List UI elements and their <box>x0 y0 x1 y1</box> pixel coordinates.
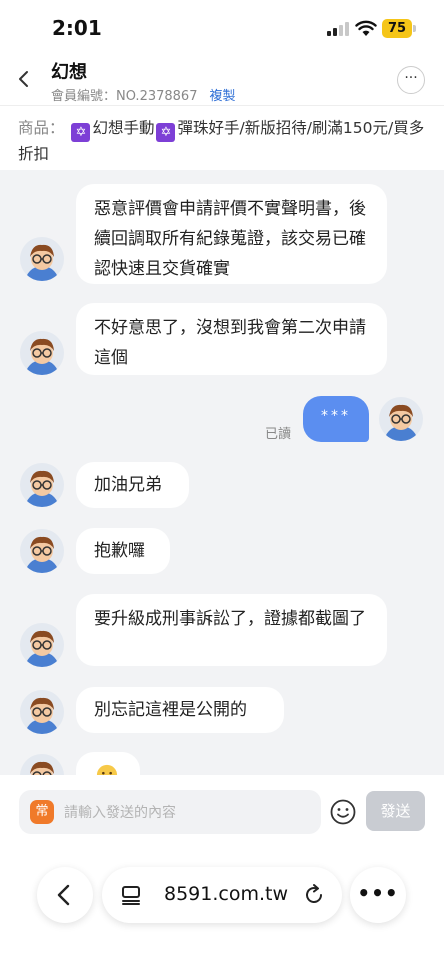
message-bubble-self: *** <box>303 396 369 442</box>
signal-icon <box>327 22 349 36</box>
input-placeholder: 請輸入發送的內容 <box>64 805 176 821</box>
chat-title: 幻想 <box>51 62 87 83</box>
member-id-line: 會員編號：NO.2378867 複製 <box>51 85 235 104</box>
message-bubble-partial <box>76 752 140 775</box>
avatar <box>20 463 64 507</box>
avatar <box>20 623 64 667</box>
message-bubble: 不好意思了，沒想到我會第二次申請這個 <box>76 303 387 375</box>
message-bubble: 加油兄弟 <box>76 462 189 508</box>
more-options-button[interactable]: ··· <box>397 66 425 94</box>
chat-message-list[interactable]: 惡意評價會申請評價不實聲明書，後續回調取所有紀錄蒐證，該交易已確認快速且交貨確實… <box>0 170 444 775</box>
tabs-icon[interactable] <box>120 884 142 906</box>
avatar <box>20 754 64 775</box>
read-status: 已讀 <box>265 427 292 442</box>
browser-back-button[interactable] <box>37 867 93 923</box>
message-input[interactable]: 常 請輸入發送的內容 <box>19 790 321 834</box>
star-badge-icon: ✡ <box>156 123 176 142</box>
avatar <box>20 529 64 573</box>
browser-more-button[interactable]: ••• <box>350 867 406 923</box>
quick-reply-icon[interactable]: 常 <box>30 800 54 824</box>
status-bar: 2:01 75 <box>0 0 444 56</box>
browser-toolbar: 8591.com.tw ••• <box>0 855 444 960</box>
product-name-part1: 幻想手動 <box>92 119 155 137</box>
member-id: 會員編號：NO.2378867 <box>51 89 198 104</box>
message-bubble: 別忘記這裡是公開的 <box>76 687 284 733</box>
send-button[interactable]: 發送 <box>366 791 425 831</box>
address-bar[interactable]: 8591.com.tw <box>102 867 342 923</box>
smile-emoji-icon <box>96 764 118 775</box>
product-label: 商品： <box>18 119 65 137</box>
battery-indicator: 75 <box>382 19 412 38</box>
message-bubble: 抱歉囉 <box>76 528 170 574</box>
reload-icon[interactable] <box>302 883 326 907</box>
status-time: 2:01 <box>52 16 102 40</box>
avatar <box>20 237 64 281</box>
message-bubble: 惡意評價會申請評價不實聲明書，後續回調取所有紀錄蒐證，該交易已確認快速且交貨確實 <box>76 184 387 284</box>
url-text: 8591.com.tw <box>164 883 289 905</box>
wifi-icon <box>355 20 377 36</box>
battery-cap <box>413 25 416 32</box>
back-chevron-icon <box>57 884 70 906</box>
star-badge-icon: ✡ <box>71 123 91 142</box>
back-chevron-icon[interactable] <box>10 64 40 94</box>
avatar <box>20 690 64 734</box>
emoji-icon[interactable] <box>330 799 356 825</box>
copy-link[interactable]: 複製 <box>209 89 235 104</box>
product-info-bar[interactable]: 商品： ✡ 幻想手動 ✡ 彈珠好手/新版招待/刷滿150元/買多折扣 <box>0 107 444 169</box>
chat-header: 幻想 會員編號：NO.2378867 複製 ··· <box>0 56 444 106</box>
avatar <box>20 331 64 375</box>
avatar-self <box>379 397 423 441</box>
message-bubble: 要升級成刑事訴訟了，證據都截圖了 <box>76 594 387 666</box>
message-input-bar: 常 請輸入發送的內容 發送 <box>0 775 444 855</box>
